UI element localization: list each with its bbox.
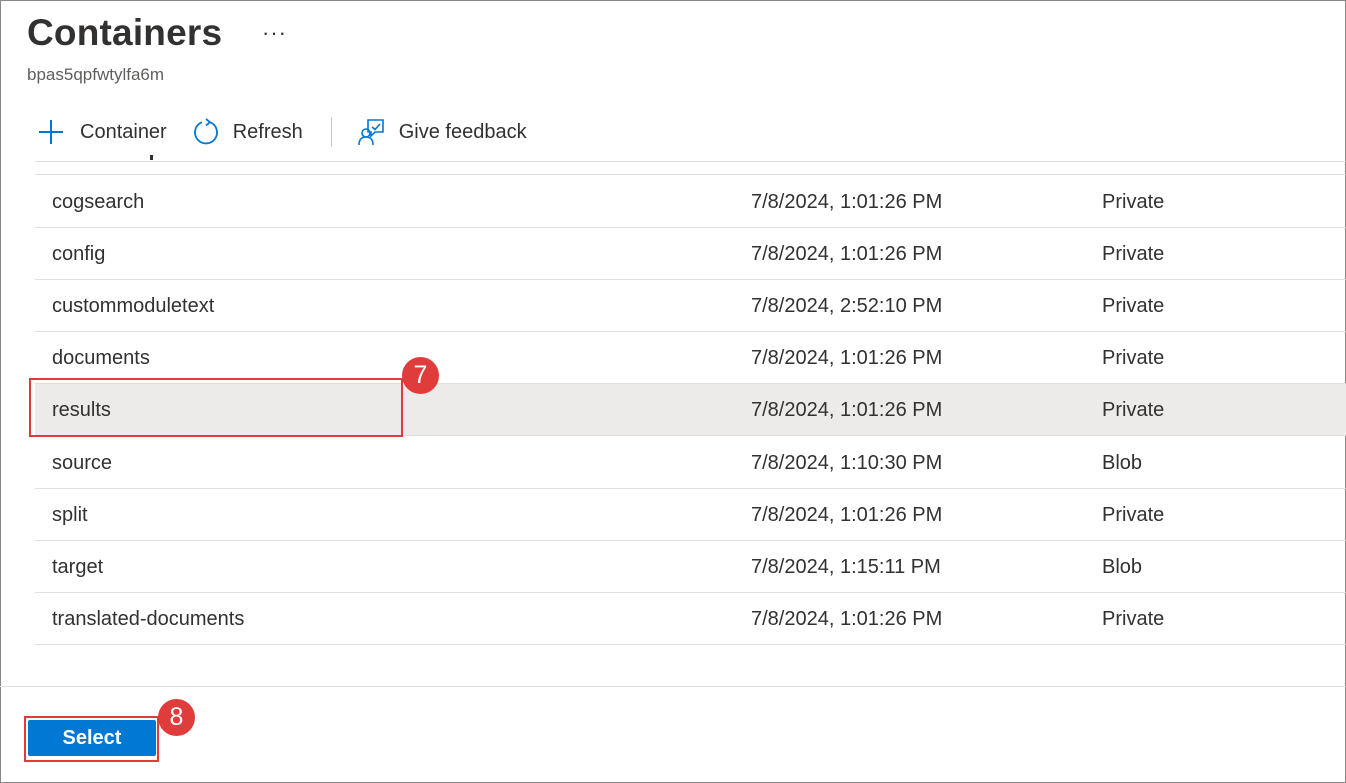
table-row-translated-documents[interactable]: translated-documents 7/8/2024, 1:01:26 P… bbox=[35, 593, 1346, 645]
highlight-box-results bbox=[29, 378, 403, 437]
table-row-source[interactable]: source 7/8/2024, 1:10:30 PM Blob bbox=[35, 437, 1346, 489]
last-modified: 7/8/2024, 1:15:11 PM bbox=[751, 556, 941, 578]
table-row-target[interactable]: target 7/8/2024, 1:15:11 PM Blob bbox=[35, 541, 1346, 593]
access-level: Private bbox=[1102, 608, 1165, 630]
give-feedback-button[interactable]: Give feedback bbox=[357, 114, 527, 150]
feedback-icon bbox=[357, 117, 385, 147]
table-row-config[interactable]: config 7/8/2024, 1:01:26 PM Private bbox=[35, 228, 1346, 280]
refresh-label: Refresh bbox=[232, 120, 303, 143]
toolbar: Container Refresh Give feedback bbox=[38, 114, 527, 150]
step-badge-8: 8 bbox=[158, 699, 195, 736]
last-modified: 7/8/2024, 1:01:26 PM bbox=[751, 608, 943, 630]
last-modified: 7/8/2024, 1:01:26 PM bbox=[751, 399, 943, 421]
table-row-split[interactable]: split 7/8/2024, 1:01:26 PM Private bbox=[35, 489, 1346, 541]
container-name: cogsearch bbox=[52, 191, 145, 213]
highlight-box-select bbox=[24, 716, 159, 762]
scrolled-row-fragment bbox=[52, 150, 172, 160]
access-level: Private bbox=[1102, 347, 1165, 369]
access-level: Blob bbox=[1102, 556, 1143, 578]
access-level: Private bbox=[1102, 191, 1165, 213]
refresh-button[interactable]: Refresh bbox=[193, 114, 303, 150]
container-name: documents bbox=[52, 347, 150, 369]
step-badge-7: 7 bbox=[402, 357, 439, 394]
container-name: source bbox=[52, 452, 113, 474]
add-container-label: Container bbox=[80, 120, 167, 143]
last-modified: 7/8/2024, 1:01:26 PM bbox=[751, 243, 943, 265]
access-level: Blob bbox=[1102, 452, 1143, 474]
add-container-button[interactable]: Container bbox=[38, 114, 167, 150]
container-name: config bbox=[52, 243, 106, 265]
access-level: Private bbox=[1102, 399, 1165, 421]
footer-divider bbox=[0, 686, 1346, 687]
partial-row bbox=[35, 162, 1346, 175]
container-name: custommoduletext bbox=[52, 295, 215, 317]
table-row-documents[interactable]: documents 7/8/2024, 1:01:26 PM Private bbox=[35, 332, 1346, 384]
last-modified: 7/8/2024, 1:01:26 PM bbox=[751, 504, 943, 526]
plus-icon bbox=[38, 119, 64, 145]
page-title: Containers bbox=[27, 12, 223, 53]
give-feedback-label: Give feedback bbox=[398, 120, 527, 143]
container-name: target bbox=[52, 556, 104, 578]
toolbar-divider bbox=[330, 117, 332, 147]
table-row-custommoduletext[interactable]: custommoduletext 7/8/2024, 2:52:10 PM Pr… bbox=[35, 280, 1346, 332]
refresh-icon bbox=[193, 118, 219, 146]
last-modified: 7/8/2024, 1:10:30 PM bbox=[751, 452, 943, 474]
container-name: translated-documents bbox=[52, 608, 245, 630]
container-name: split bbox=[52, 504, 88, 526]
last-modified: 7/8/2024, 1:01:26 PM bbox=[751, 191, 943, 213]
storage-account-name: bpas5qpfwtylfa6m bbox=[27, 65, 165, 84]
last-modified: 7/8/2024, 1:01:26 PM bbox=[751, 347, 943, 369]
access-level: Private bbox=[1102, 243, 1165, 265]
last-modified: 7/8/2024, 2:52:10 PM bbox=[751, 295, 943, 317]
access-level: Private bbox=[1102, 295, 1165, 317]
more-options-button[interactable]: ··· bbox=[262, 20, 287, 46]
access-level: Private bbox=[1102, 504, 1165, 526]
table-row-cogsearch[interactable]: cogsearch 7/8/2024, 1:01:26 PM Private bbox=[35, 176, 1346, 228]
